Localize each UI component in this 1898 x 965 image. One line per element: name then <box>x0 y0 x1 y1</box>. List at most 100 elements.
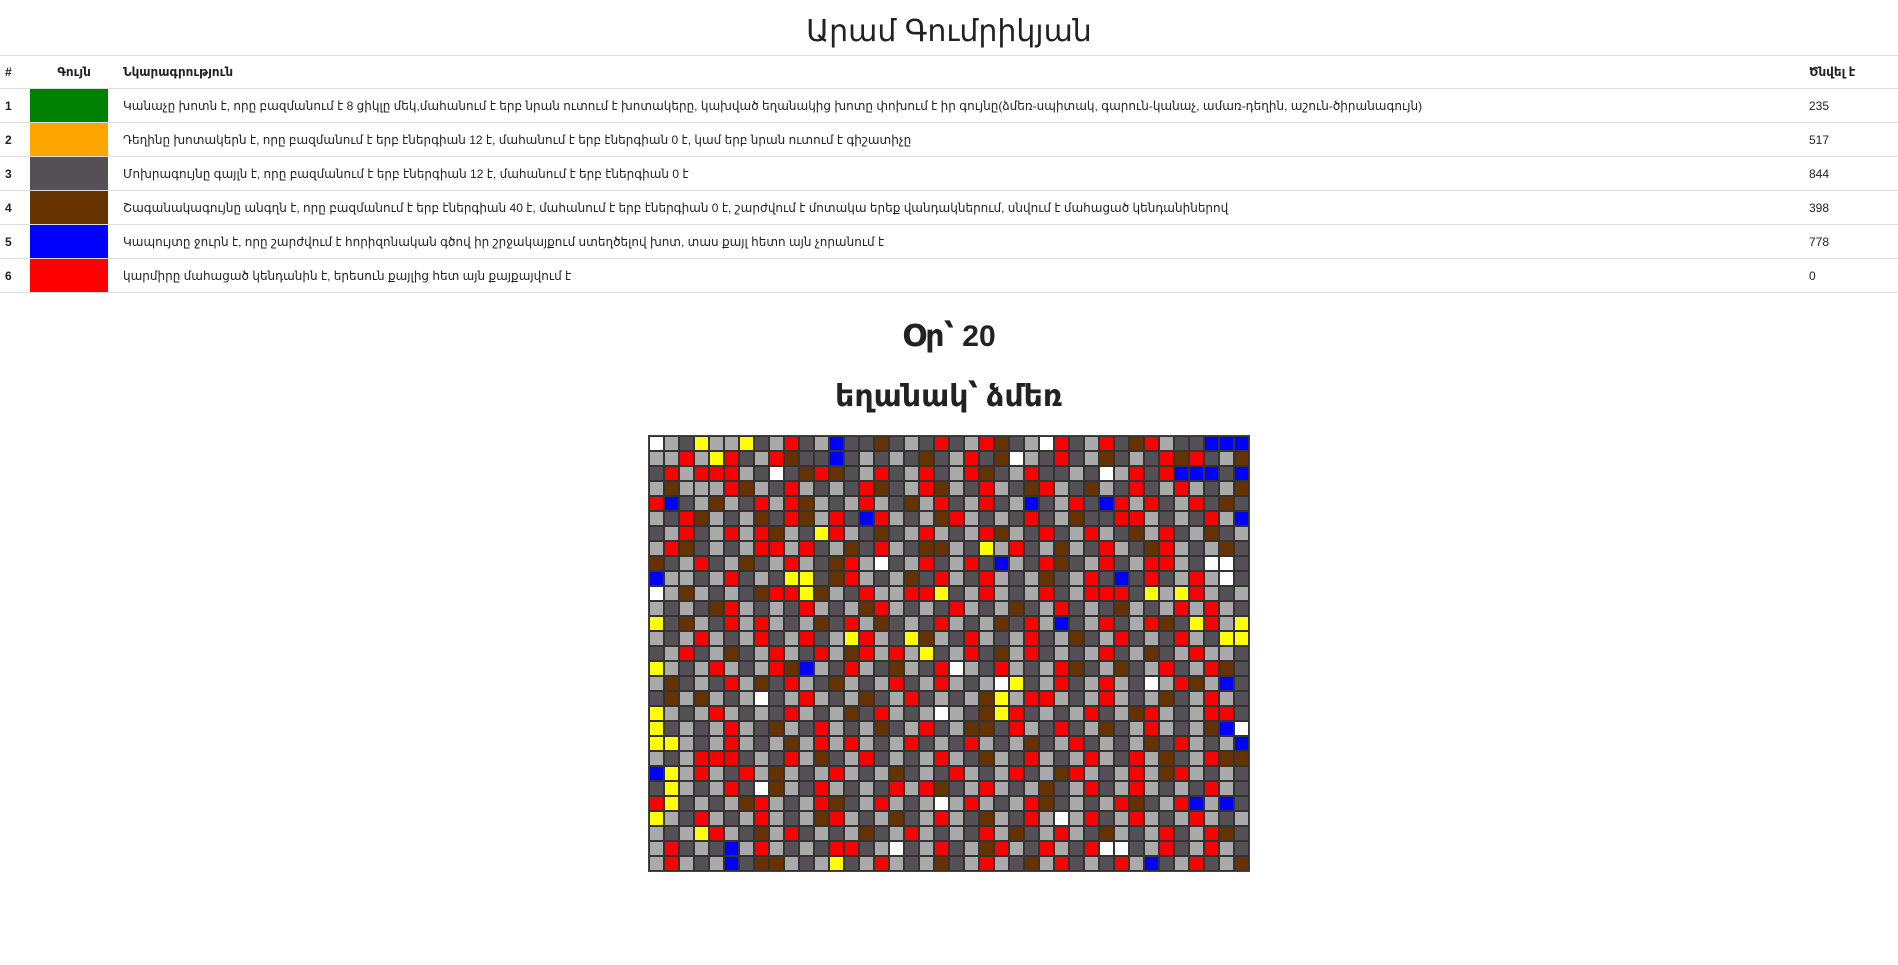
legend-row-herbivore: 2 Դեղինը խոտակերն է, որը բազմանում է երբ… <box>0 122 1898 157</box>
grid-cell <box>709 631 724 646</box>
grid-cell <box>724 811 739 826</box>
grid-cell <box>1099 856 1114 871</box>
grid-cell <box>994 781 1009 796</box>
grid-cell <box>1219 841 1234 856</box>
grid-cell <box>1129 781 1144 796</box>
grid-cell <box>979 721 994 736</box>
grid-cell <box>859 826 874 841</box>
grid-cell <box>709 691 724 706</box>
grid-cell <box>1084 586 1099 601</box>
grid-cell <box>919 856 934 871</box>
grid-cell <box>1234 541 1249 556</box>
grid-cell <box>844 691 859 706</box>
grid-cell <box>799 451 814 466</box>
grid-cell <box>1159 601 1174 616</box>
grid-cell <box>904 751 919 766</box>
grid-cell <box>664 826 679 841</box>
grid-cell <box>1159 616 1174 631</box>
grid-cell <box>679 601 694 616</box>
grid-cell <box>844 856 859 871</box>
grid-cell <box>964 466 979 481</box>
grid-cell <box>649 781 664 796</box>
grid-cell <box>1159 721 1174 736</box>
grid-cell <box>679 766 694 781</box>
grid-cell <box>784 526 799 541</box>
grid-cell <box>784 781 799 796</box>
grid-cell <box>1114 661 1129 676</box>
header-index: # <box>0 56 30 89</box>
grid-cell <box>1099 766 1114 781</box>
grid-cell <box>1159 676 1174 691</box>
row-count: 778 <box>1804 224 1898 259</box>
grid-cell <box>1219 751 1234 766</box>
grid-cell <box>829 721 844 736</box>
grid-cell <box>979 601 994 616</box>
grid-cell <box>814 676 829 691</box>
grid-cell <box>964 751 979 766</box>
grid-cell <box>1219 736 1234 751</box>
grid-cell <box>1024 616 1039 631</box>
grid-cell <box>874 481 889 496</box>
grid-cell <box>949 751 964 766</box>
grid-cell <box>1204 796 1219 811</box>
grid-cell <box>1054 586 1069 601</box>
grid-cell <box>1069 766 1084 781</box>
grid-cell <box>934 511 949 526</box>
grid-cell <box>694 496 709 511</box>
grid-cell <box>1024 841 1039 856</box>
grid-cell <box>874 781 889 796</box>
grid-cell <box>799 631 814 646</box>
grid-cell <box>664 781 679 796</box>
grid-cell <box>874 526 889 541</box>
grid-cell <box>1069 691 1084 706</box>
grid-cell <box>1039 796 1054 811</box>
grid-cell <box>1069 481 1084 496</box>
grid-cell <box>724 841 739 856</box>
grid-cell <box>994 646 1009 661</box>
grid-cell <box>1084 496 1099 511</box>
grid-cell <box>1174 706 1189 721</box>
grid-cell <box>724 661 739 676</box>
grid-cell <box>1099 841 1114 856</box>
grid-cell <box>1114 616 1129 631</box>
grid-cell <box>1069 796 1084 811</box>
grid-cell <box>1069 511 1084 526</box>
grid-cell <box>649 721 664 736</box>
grid-cell <box>664 571 679 586</box>
grid-cell <box>1069 601 1084 616</box>
grid-cell <box>1099 721 1114 736</box>
grid-cell <box>1129 511 1144 526</box>
grid-cell <box>889 571 904 586</box>
grid-cell <box>754 541 769 556</box>
grid-cell <box>1024 451 1039 466</box>
grid-cell <box>1039 526 1054 541</box>
grid-cell <box>889 856 904 871</box>
grid-cell <box>664 616 679 631</box>
grid-cell <box>1204 526 1219 541</box>
grid-cell <box>1234 766 1249 781</box>
grid-cell <box>1114 511 1129 526</box>
grid-cell <box>904 841 919 856</box>
grid-cell <box>829 601 844 616</box>
grid-cell <box>1159 526 1174 541</box>
grid-cell <box>1039 436 1054 451</box>
grid-cell <box>919 631 934 646</box>
grid-cell <box>664 736 679 751</box>
grid-cell <box>1084 511 1099 526</box>
grid-cell <box>949 646 964 661</box>
grid-cell <box>709 511 724 526</box>
grid-cell <box>934 646 949 661</box>
grid-cell <box>1039 571 1054 586</box>
grid-cell <box>679 811 694 826</box>
grid-cell <box>739 676 754 691</box>
grid-cell <box>934 436 949 451</box>
grid-cell <box>679 721 694 736</box>
row-color <box>30 258 118 293</box>
grid-cell <box>859 646 874 661</box>
grid-cell <box>994 796 1009 811</box>
grid-cell <box>829 661 844 676</box>
grid-cell <box>679 691 694 706</box>
grid-cell <box>979 571 994 586</box>
grid-cell <box>1174 661 1189 676</box>
grid-cell <box>664 691 679 706</box>
